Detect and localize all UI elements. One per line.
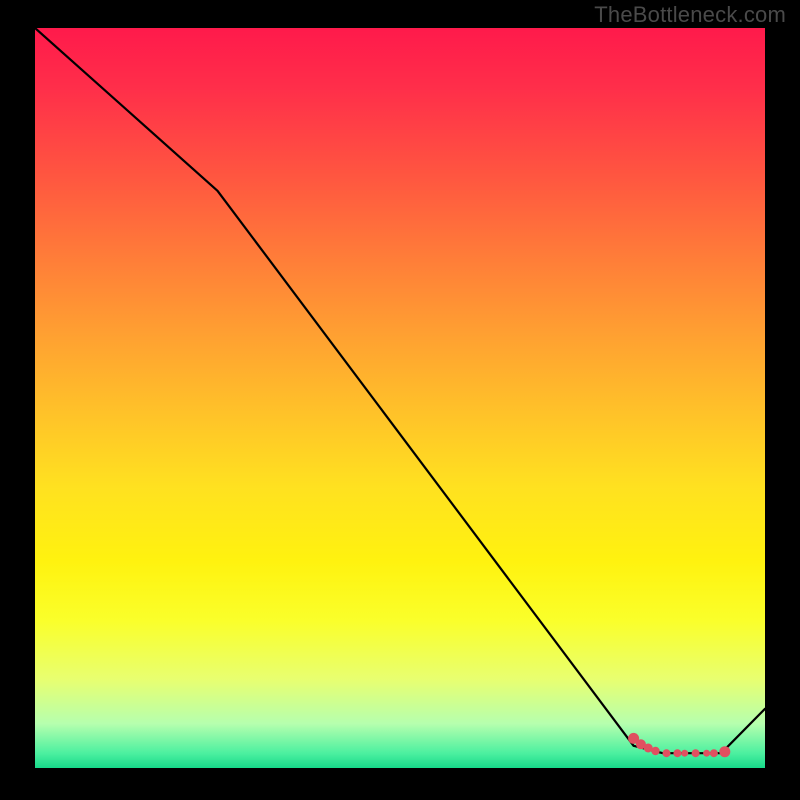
data-curve — [35, 28, 765, 753]
data-marker — [703, 750, 710, 757]
data-marker — [663, 749, 671, 757]
data-markers-group — [628, 733, 730, 757]
watermark-text: TheBottleneck.com — [594, 2, 786, 28]
data-marker — [692, 749, 700, 757]
data-marker — [673, 749, 681, 757]
data-marker — [651, 747, 659, 755]
data-marker — [719, 746, 730, 757]
chart-svg — [35, 28, 765, 768]
plot-area — [35, 28, 765, 768]
data-marker — [710, 749, 718, 757]
chart-frame: TheBottleneck.com — [0, 0, 800, 800]
data-marker — [681, 750, 688, 757]
